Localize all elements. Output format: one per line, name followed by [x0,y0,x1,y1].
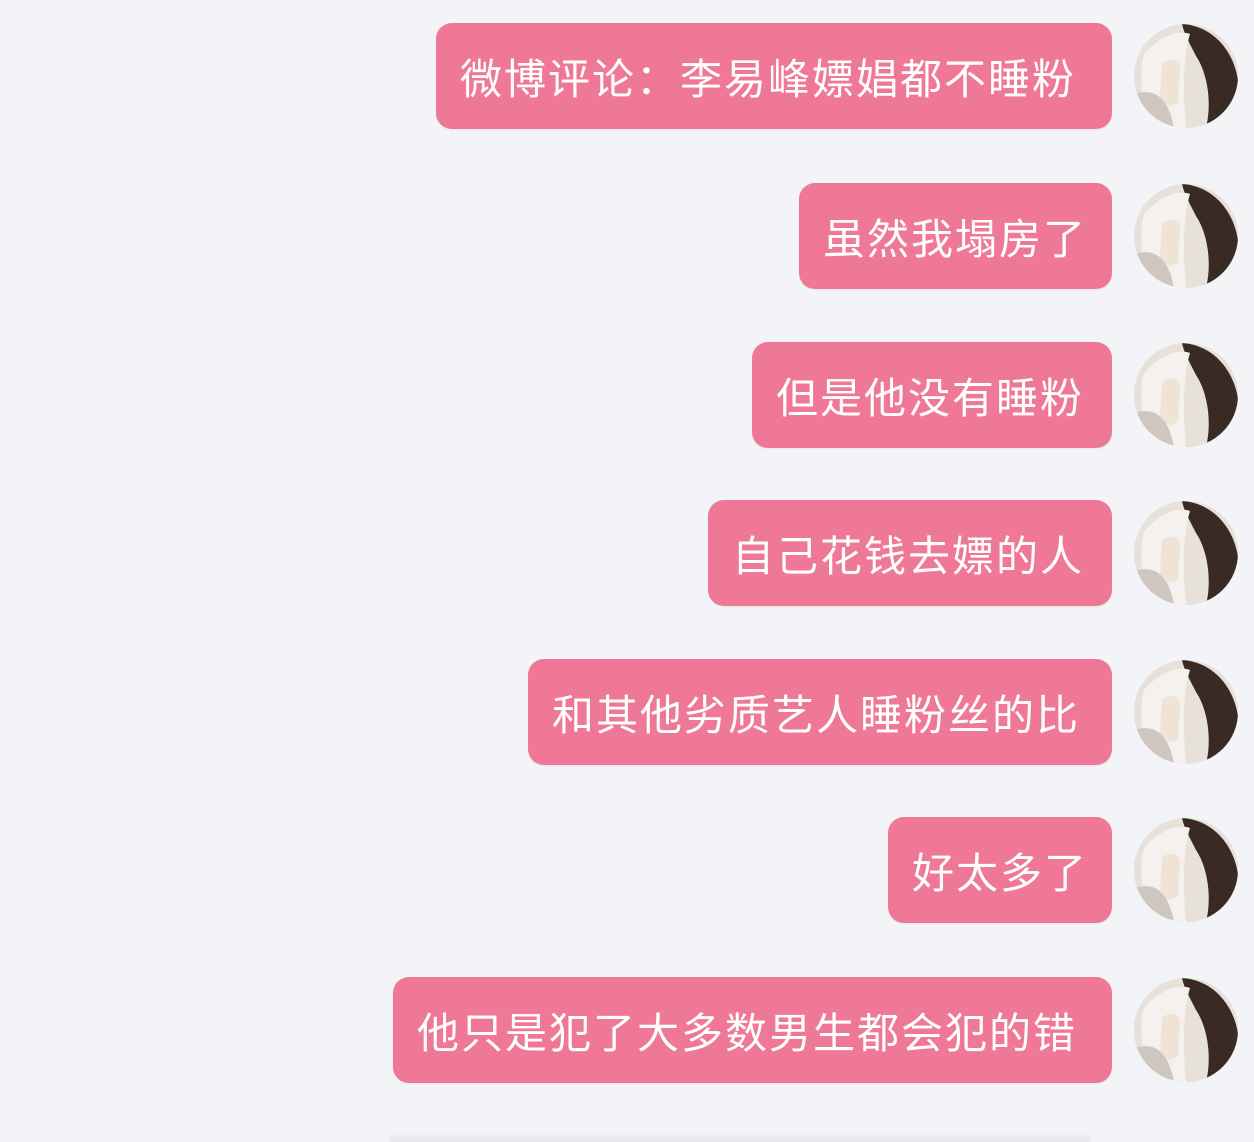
message-bubble[interactable]: 和其他劣质艺人睡粉丝的比 [528,659,1112,765]
chat-thread: 微博评论：李易峰嫖娼都不睡粉 虽然我塌房了 但是他没有睡粉 自己花钱去嫖的人 和… [0,0,1254,1142]
avatar[interactable] [1134,24,1238,128]
avatar[interactable] [1134,978,1238,1082]
avatar-image [1134,501,1238,605]
message-bubble[interactable]: 虽然我塌房了 [799,183,1112,289]
avatar-image [1134,978,1238,1082]
message-row: 但是他没有睡粉 [752,342,1238,448]
message-bubble[interactable]: 但是他没有睡粉 [752,342,1112,448]
message-row: 和其他劣质艺人睡粉丝的比 [528,659,1238,765]
message-bubble[interactable]: 好太多了 [888,817,1112,923]
avatar[interactable] [1134,660,1238,764]
cropped-text-fragment [390,1132,1090,1142]
avatar-image [1134,660,1238,764]
message-row: 虽然我塌房了 [799,183,1238,289]
avatar[interactable] [1134,818,1238,922]
avatar-image [1134,818,1238,922]
avatar[interactable] [1134,501,1238,605]
message-row: 微博评论：李易峰嫖娼都不睡粉 [436,23,1238,129]
avatar-image [1134,184,1238,288]
message-row: 好太多了 [888,817,1238,923]
message-bubble[interactable]: 自己花钱去嫖的人 [708,500,1112,606]
message-bubble[interactable]: 微博评论：李易峰嫖娼都不睡粉 [436,23,1112,129]
avatar-image [1134,343,1238,447]
message-bubble[interactable]: 他只是犯了大多数男生都会犯的错 [393,977,1112,1083]
message-row: 自己花钱去嫖的人 [708,500,1238,606]
message-row: 他只是犯了大多数男生都会犯的错 [393,977,1238,1083]
avatar[interactable] [1134,184,1238,288]
avatar-image [1134,24,1238,128]
avatar[interactable] [1134,343,1238,447]
